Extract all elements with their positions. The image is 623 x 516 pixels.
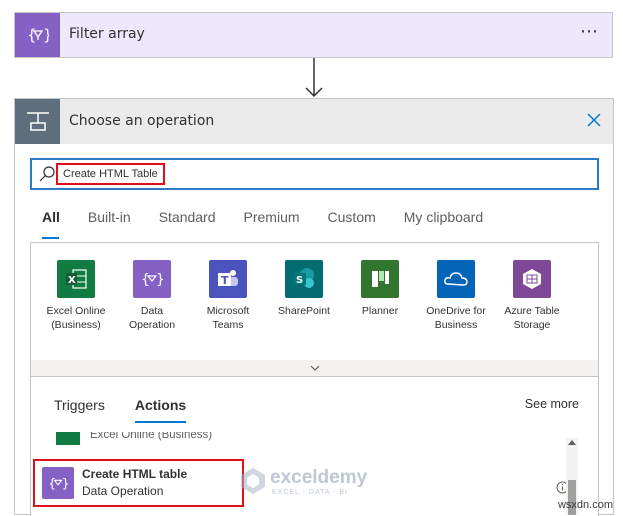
list-item-label: Excel Online (Business) (90, 432, 213, 441)
filter-array-card[interactable]: { } Filter array ⋯ (14, 12, 613, 58)
tab-my-clipboard[interactable]: My clipboard (404, 209, 483, 239)
data-operation-icon: { } (42, 467, 74, 499)
operation-type-tabs: Triggers Actions (54, 397, 216, 423)
close-icon[interactable] (583, 109, 605, 131)
tab-custom[interactable]: Custom (328, 209, 376, 239)
operation-title: Choose an operation (69, 113, 215, 129)
more-options-icon[interactable]: ⋯ (580, 21, 600, 42)
tab-all[interactable]: All (42, 209, 60, 239)
search-icon (39, 166, 55, 182)
svg-text:}: } (43, 26, 49, 44)
expand-connectors-toggle[interactable] (30, 360, 599, 376)
action-create-html-table[interactable]: { } Create HTML table Data Operation (33, 459, 244, 507)
watermark-name: exceldemy (270, 467, 368, 488)
scroll-up-icon[interactable] (568, 440, 576, 445)
connector-onedrive-business[interactable]: OneDrive for Business (418, 260, 494, 332)
excel-icon (56, 432, 80, 445)
connector-azure-table-storage[interactable]: Azure Table Storage (494, 260, 570, 332)
connector-label: SharePoint (278, 305, 330, 317)
connector-label: Storage (513, 319, 551, 331)
connector-label: Teams (212, 319, 244, 331)
watermark: exceldemy EXCEL · DATA · BI (240, 465, 390, 499)
chevron-down-icon (310, 365, 319, 371)
svg-text:T: T (221, 274, 229, 287)
connector-microsoft-teams[interactable]: T Microsoft Teams (190, 260, 266, 332)
svg-text:X: X (68, 275, 76, 286)
connectors-panel: X Excel Online (Business) { } Data Operati… (30, 242, 599, 364)
connector-sharepoint[interactable]: S SharePoint (266, 260, 342, 318)
tab-actions[interactable]: Actions (134, 397, 187, 423)
connector-excel-online[interactable]: X Excel Online (Business) (38, 260, 114, 332)
operation-header: Choose an operation (15, 99, 613, 144)
flow-arrow-icon (305, 58, 323, 98)
planner-icon (361, 260, 399, 298)
connector-label: Data (140, 305, 164, 317)
connector-label: Operation (128, 319, 176, 331)
svg-text:S: S (296, 275, 303, 286)
excel-icon: X (57, 260, 95, 298)
svg-text:{: { (48, 476, 56, 491)
sharepoint-icon: S (285, 260, 323, 298)
data-operation-icon: { } (133, 260, 171, 298)
filter-array-title: Filter array (69, 26, 145, 42)
connector-label: Business (434, 319, 478, 331)
svg-text:}: } (62, 476, 68, 491)
search-value[interactable]: Create HTML Table (56, 163, 165, 185)
connector-label: Azure Table (504, 305, 560, 317)
action-subtitle: Data Operation (82, 484, 164, 498)
teams-icon: T (209, 260, 247, 298)
connector-data-operation[interactable]: { } Data Operation (114, 260, 190, 332)
action-title: Create HTML table (82, 467, 188, 481)
choose-operation-card: Choose an operation Create HTML Table Al… (14, 98, 614, 516)
watermark-tagline: EXCEL · DATA · BI (272, 489, 348, 496)
list-item[interactable]: Excel Online (Business) (56, 432, 556, 446)
corner-watermark: wsxdn.com (557, 499, 613, 511)
connector-label: Planner (361, 305, 399, 317)
connector-planner[interactable]: Planner (342, 260, 418, 318)
svg-text:{: { (27, 26, 37, 44)
connector-label: OneDrive for (426, 305, 486, 317)
svg-text:}: } (156, 272, 163, 288)
connector-label: (Business) (51, 319, 101, 331)
svg-text:{: { (141, 272, 150, 288)
category-tabs: All Built-in Standard Premium Custom My … (42, 209, 511, 239)
tab-triggers[interactable]: Triggers (54, 397, 105, 423)
operation-icon (15, 99, 60, 144)
see-more-link[interactable]: See more (525, 397, 579, 411)
connector-label: Microsoft (206, 305, 250, 317)
azure-table-icon (513, 260, 551, 298)
watermark-logo-icon (241, 468, 265, 494)
connector-label: Excel Online (46, 305, 106, 317)
tab-standard[interactable]: Standard (159, 209, 216, 239)
data-operation-icon: { } (15, 13, 60, 57)
search-input[interactable]: Create HTML Table (30, 158, 599, 190)
tab-premium[interactable]: Premium (244, 209, 300, 239)
onedrive-icon (437, 260, 475, 298)
tab-built-in[interactable]: Built-in (88, 209, 131, 239)
